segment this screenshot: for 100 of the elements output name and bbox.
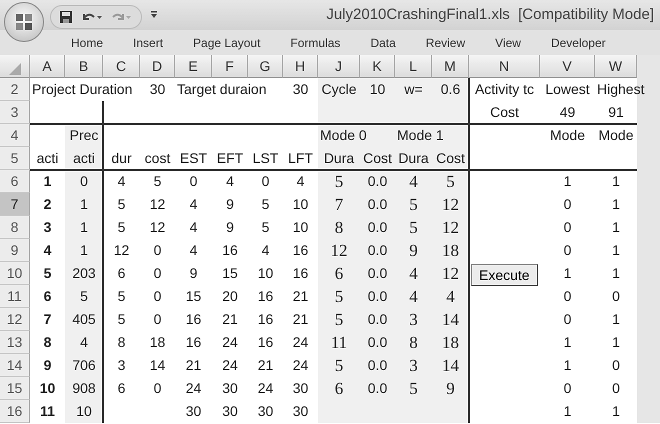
office-logo-icon — [16, 14, 32, 30]
column-header[interactable]: N — [469, 55, 540, 78]
table-cell-text: 5 — [334, 309, 344, 331]
row-header[interactable]: 8 — [0, 216, 30, 239]
row-header[interactable]: 15 — [0, 377, 30, 400]
table-cell-text: 8 — [44, 333, 52, 352]
row-header[interactable]: 12 — [0, 308, 30, 331]
table-cell-text: 16 — [258, 310, 274, 329]
table-cell-text: 0 — [564, 310, 572, 329]
row-header[interactable]: 14 — [0, 354, 30, 377]
table-cell-text: 4 — [409, 171, 418, 193]
table-cell-text: 6 — [334, 378, 344, 400]
table-cell-text: 1 — [564, 264, 572, 283]
row-header[interactable]: 10 — [0, 262, 30, 285]
ribbon-tab[interactable]: View — [486, 32, 530, 52]
table-cell-text: 9 — [226, 218, 234, 237]
row-header[interactable]: 5 — [0, 147, 30, 170]
table-cell-text: 12 — [150, 218, 166, 237]
table-cell-text: Activity tc — [474, 80, 534, 99]
table-cell-text: 10 — [40, 379, 56, 398]
table-cell-text: 4 — [190, 195, 198, 214]
table-cell-text: 1 — [612, 310, 620, 329]
table-cell-text: 4 — [262, 241, 270, 260]
table-cell-text: 3 — [409, 309, 418, 331]
table-cell-text: 4 — [296, 172, 304, 191]
column-header[interactable]: B — [65, 55, 103, 78]
table-cell-text: 5 — [409, 217, 418, 239]
table-cell-text: 7 — [44, 310, 52, 329]
ribbon-tab[interactable]: Review — [416, 32, 474, 52]
save-icon[interactable] — [59, 10, 73, 24]
ribbon-tab[interactable]: Data — [361, 32, 405, 52]
table-cell-text: 18 — [442, 240, 459, 262]
table-cell-text: 16 — [258, 333, 274, 352]
table-cell-text: 8 — [334, 217, 344, 239]
table-cell-text: 5 — [118, 310, 126, 329]
row-header[interactable]: 6 — [0, 170, 30, 193]
ribbon-tab[interactable]: Developer — [542, 32, 615, 52]
table-cell-text: Mode 1 — [397, 126, 444, 145]
table-cell-text: 0.0 — [368, 172, 388, 191]
column-header[interactable]: V — [540, 55, 595, 78]
table-cell-text: 8 — [409, 332, 418, 354]
table-cell-text: 16 — [186, 333, 202, 352]
column-header[interactable]: A — [30, 55, 65, 78]
table-cell-text: 16 — [222, 241, 238, 260]
column-header[interactable]: M — [432, 55, 469, 78]
column-header[interactable]: F — [212, 55, 248, 78]
table-cell-text: 6 — [118, 264, 126, 283]
table-cell-text: 21 — [258, 356, 274, 375]
table-cell-text: 0 — [612, 287, 620, 306]
select-all-corner[interactable] — [0, 55, 30, 78]
table-cell-text: 0.0 — [368, 333, 388, 352]
row-header[interactable]: 7 — [0, 193, 30, 216]
column-header[interactable]: H — [283, 55, 318, 78]
table-cell-text: 1 — [564, 402, 572, 421]
table-cell-text: 5 — [334, 171, 344, 193]
column-header[interactable]: G — [248, 55, 283, 78]
table-cell-text: 5 — [262, 218, 270, 237]
table-cell-text: 49 — [560, 103, 576, 122]
table-cell-text: Cost — [363, 149, 392, 168]
table-cell-text: 0 — [564, 287, 572, 306]
table-cell-text: 1 — [80, 218, 88, 237]
corner-triangle-icon — [8, 63, 20, 76]
ribbon-tab[interactable]: Home — [62, 32, 112, 52]
column-header[interactable]: L — [395, 55, 432, 78]
table-cell-text: Dura — [324, 149, 354, 168]
column-header[interactable]: E — [175, 55, 212, 78]
ribbon-tab[interactable]: Insert — [124, 32, 172, 52]
table-cell-text: 1 — [612, 264, 620, 283]
table-cell-text: 0.0 — [368, 195, 388, 214]
table-cell-text: 5 — [334, 286, 344, 308]
table-cell-text: 8 — [118, 333, 126, 352]
row-header[interactable]: 16 — [0, 400, 30, 423]
table-cell-text: 0.0 — [368, 310, 388, 329]
row-header[interactable]: 13 — [0, 331, 30, 354]
table-cell-text: 4 — [409, 263, 418, 285]
column-header[interactable]: C — [103, 55, 140, 78]
column-header[interactable]: K — [360, 55, 395, 78]
table-cell-text: 5 — [80, 287, 88, 306]
table-cell-text: 30 — [292, 80, 308, 99]
execute-button[interactable]: Execute — [471, 264, 538, 286]
table-cell-text: 0.0 — [368, 241, 388, 260]
column-header[interactable]: D — [140, 55, 175, 78]
table-cell-text: 0 — [80, 172, 88, 191]
table-cell-text: 24 — [292, 356, 308, 375]
row-header[interactable]: 2 — [0, 78, 30, 101]
ribbon-tab[interactable]: Page Layout — [184, 32, 270, 52]
row-header[interactable]: 11 — [0, 285, 30, 308]
row-header[interactable]: 3 — [0, 101, 30, 124]
table-cell-text: 4 — [190, 241, 198, 260]
row-header[interactable]: 9 — [0, 239, 30, 262]
table-cell-text: 405 — [72, 310, 96, 329]
customize-dropdown-icon[interactable] — [150, 10, 158, 20]
office-button[interactable] — [4, 2, 44, 42]
row-header[interactable]: 4 — [0, 124, 30, 147]
ribbon-tab[interactable]: Formulas — [281, 32, 350, 52]
column-header[interactable]: J — [318, 55, 360, 78]
table-cell-text: 1 — [564, 172, 572, 191]
table-cell-text: 0 — [262, 172, 270, 191]
table-cell-text: 12 — [442, 217, 459, 239]
column-header[interactable]: W — [595, 55, 637, 78]
